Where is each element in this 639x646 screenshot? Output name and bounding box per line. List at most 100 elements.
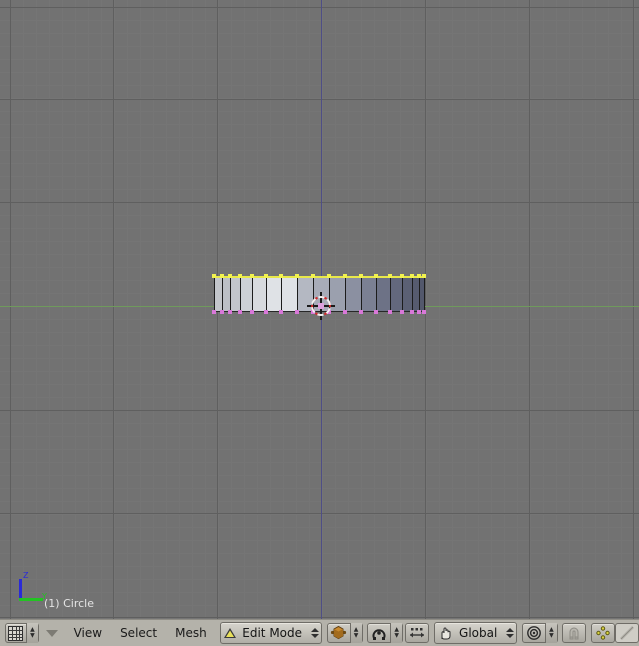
mesh-vertex-unselected[interactable] — [220, 310, 224, 314]
mesh-vertical-edge[interactable] — [419, 277, 420, 311]
falloff-linear-icon — [616, 623, 638, 643]
mesh-vertex-selected[interactable] — [264, 274, 268, 278]
shading-spinner[interactable]: ▲ ▼ — [350, 623, 362, 643]
mesh-vertex-unselected[interactable] — [374, 310, 378, 314]
pivot-point-selector[interactable]: ▲ ▼ — [522, 623, 558, 643]
mesh-vertex-unselected[interactable] — [400, 310, 404, 314]
hand-icon — [435, 623, 456, 643]
menu-mesh[interactable]: Mesh — [166, 626, 216, 640]
pivotpt-down-arrow: ▼ — [549, 633, 554, 639]
transform-orientation-selector[interactable]: Global — [434, 622, 517, 644]
pivot-point-spinner[interactable]: ▲ ▼ — [545, 623, 557, 643]
mesh-face[interactable] — [412, 277, 419, 311]
mesh-face[interactable] — [345, 277, 361, 311]
mode-selector-updown[interactable] — [308, 624, 321, 642]
mesh-vertex-selected[interactable] — [417, 274, 421, 278]
mesh-vertex-selected[interactable] — [212, 274, 216, 278]
mesh-vertex-selected[interactable] — [400, 274, 404, 278]
mesh-vertex-unselected[interactable] — [388, 310, 392, 314]
translate-manipulator-icon — [406, 623, 428, 643]
mesh-vertex-unselected[interactable] — [422, 310, 426, 314]
mesh-vertex-unselected[interactable] — [250, 310, 254, 314]
mesh-face[interactable] — [240, 277, 252, 311]
proportional-editing-toggle[interactable] — [591, 623, 615, 643]
menu-select[interactable]: Select — [111, 626, 166, 640]
mesh-vertex-unselected[interactable] — [264, 310, 268, 314]
mesh-vertex-selected[interactable] — [374, 274, 378, 278]
proportional-editing-icon — [592, 623, 614, 643]
mesh-vertical-edge[interactable] — [214, 277, 215, 311]
mesh-vertex-unselected[interactable] — [359, 310, 363, 314]
mesh-vertex-selected[interactable] — [279, 274, 283, 278]
mesh-vertex-selected[interactable] — [250, 274, 254, 278]
pivot-median-icon — [523, 623, 545, 643]
mesh-vertex-unselected[interactable] — [279, 310, 283, 314]
mesh-vertex-unselected[interactable] — [343, 310, 347, 314]
pivot-center-selector[interactable]: ▲ ▼ — [367, 623, 403, 643]
orientation-up-arrow — [506, 628, 514, 632]
mode-down-arrow — [311, 634, 319, 638]
mesh-vertical-edge[interactable] — [412, 277, 413, 311]
mesh-vertex-selected[interactable] — [410, 274, 414, 278]
mesh-vertex-unselected[interactable] — [212, 310, 216, 314]
mesh-face[interactable] — [214, 277, 222, 311]
mesh-vertex-selected[interactable] — [295, 274, 299, 278]
mesh-vertex-unselected[interactable] — [417, 310, 421, 314]
mesh-vertex-selected[interactable] — [228, 274, 232, 278]
mesh-vertex-selected[interactable] — [388, 274, 392, 278]
mesh-face[interactable] — [376, 277, 390, 311]
mesh-vertex-selected[interactable] — [422, 274, 426, 278]
menu-view[interactable]: View — [65, 626, 111, 640]
mesh-face[interactable] — [390, 277, 402, 311]
mode-selector[interactable]: Edit Mode — [220, 622, 322, 644]
proportional-falloff-selector[interactable] — [615, 623, 639, 643]
mesh-face[interactable] — [402, 277, 412, 311]
mesh-face[interactable] — [361, 277, 376, 311]
pivot-center-spinner[interactable]: ▲ ▼ — [390, 623, 402, 643]
grid-icon — [6, 623, 27, 643]
mesh-face[interactable] — [222, 277, 230, 311]
viewport-shading-selector[interactable]: ▲ ▼ — [327, 623, 363, 643]
orientation-down-arrow — [506, 634, 514, 638]
rotate-manipulator-icon — [368, 623, 390, 643]
mode-selector-label: Edit Mode — [239, 626, 308, 640]
mesh-vertical-edge[interactable] — [402, 277, 403, 311]
mesh-vertical-edge[interactable] — [424, 277, 425, 311]
editor-type-selector[interactable]: ▲ ▼ — [5, 623, 39, 643]
mesh-vertex-selected[interactable] — [359, 274, 363, 278]
3d-cursor[interactable] — [307, 292, 335, 320]
mesh-vertex-selected[interactable] — [343, 274, 347, 278]
collapse-menus-chevron-down-icon[interactable] — [46, 630, 58, 637]
mesh-vertical-edge[interactable] — [376, 277, 377, 311]
mesh-face[interactable] — [281, 277, 297, 311]
mesh-vertical-edge[interactable] — [230, 277, 231, 311]
mesh-vertical-edge[interactable] — [222, 277, 223, 311]
orientation-updown[interactable] — [503, 624, 516, 642]
cursor-center-dot — [318, 303, 324, 309]
mesh-vertical-edge[interactable] — [345, 277, 346, 311]
mesh-top-edge[interactable] — [214, 276, 424, 278]
3d-viewport[interactable]: Z Y (1) Circle — [0, 0, 639, 619]
editor-type-spinner[interactable]: ▲ ▼ — [26, 623, 37, 643]
mesh-vertical-edge[interactable] — [281, 277, 282, 311]
mesh-vertex-selected[interactable] — [311, 274, 315, 278]
mesh-vertical-edge[interactable] — [252, 277, 253, 311]
mesh-vertical-edge[interactable] — [297, 277, 298, 311]
mesh-vertical-edge[interactable] — [361, 277, 362, 311]
mesh-face[interactable] — [252, 277, 266, 311]
mesh-vertex-selected[interactable] — [238, 274, 242, 278]
snap-toggle[interactable] — [562, 623, 586, 643]
mesh-vertical-edge[interactable] — [266, 277, 267, 311]
mesh-vertex-selected[interactable] — [220, 274, 224, 278]
spin-down-arrow: ▼ — [30, 633, 35, 639]
mesh-face[interactable] — [230, 277, 240, 311]
mesh-vertex-selected[interactable] — [327, 274, 331, 278]
mesh-vertex-unselected[interactable] — [410, 310, 414, 314]
manipulator-widget-toggle[interactable] — [405, 623, 429, 643]
mesh-vertex-unselected[interactable] — [295, 310, 299, 314]
mesh-face[interactable] — [266, 277, 281, 311]
mesh-vertical-edge[interactable] — [390, 277, 391, 311]
mesh-vertical-edge[interactable] — [240, 277, 241, 311]
mesh-vertex-unselected[interactable] — [228, 310, 232, 314]
mesh-vertex-unselected[interactable] — [238, 310, 242, 314]
